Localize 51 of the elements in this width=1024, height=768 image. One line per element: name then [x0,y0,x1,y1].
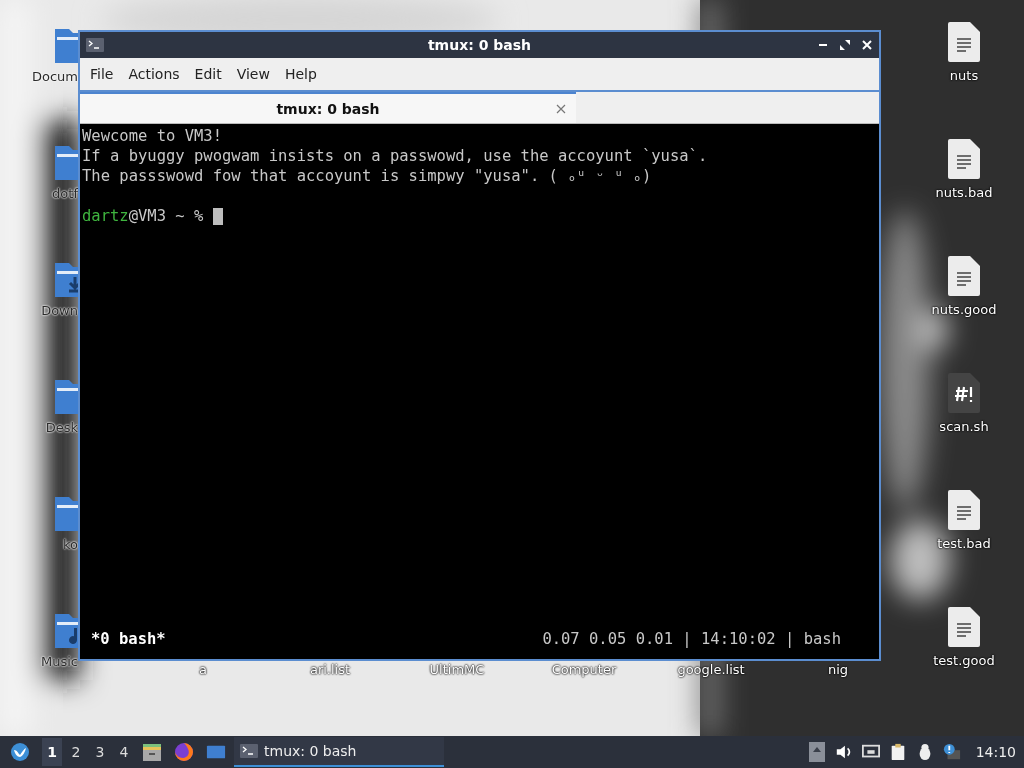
icon-label: nig [826,662,850,678]
workspace-button[interactable]: 4 [114,738,134,766]
prompt-text: @VM3 ~ % [128,206,204,226]
terminal-line: The passswowd fow that accoyunt is simpwy "yusa". ( ₒᵘ ᵕ ᵘ ₒ) [82,166,653,186]
menu-item[interactable]: Actions [122,66,189,82]
text-file-icon[interactable] [948,22,980,62]
icon-label: test.good [933,653,995,669]
terminal-line: If a byuggy pwogwam insists on a passwowd, use the accoyunt `yusa`. [82,146,709,166]
close-tab-icon[interactable] [556,103,566,114]
menu-item[interactable]: File [84,66,123,82]
terminal-icon [86,38,104,52]
workspace-button[interactable]: 3 [90,738,110,766]
text-file-icon[interactable] [948,139,980,179]
icon-label: dotf [52,186,78,202]
menu-item[interactable]: View [230,66,279,82]
workspace-button[interactable]: 2 [66,738,86,766]
text-cursor [212,207,223,225]
text-file-icon[interactable] [948,256,980,296]
menu-item[interactable]: Help [278,66,326,82]
icon-label: ko [62,537,78,553]
icon-label: Computer [550,662,618,678]
icon-label: ari.list [308,662,352,678]
clock: 14:10 [975,744,1016,760]
terminal-icon [240,744,258,758]
icon-label: nuts [949,68,979,84]
browser-icon[interactable] [174,742,194,762]
close-icon[interactable] [861,39,873,51]
start-menu-icon[interactable] [10,742,30,762]
file-cabinet-icon[interactable] [142,742,162,762]
window-title: tmux: 0 bash [427,37,532,53]
tmux-status: 0.07 0.05 0.01 | 14:10:02 | bash [542,629,841,649]
menu-item[interactable]: Edit [188,66,231,82]
icon-label: Desk [45,420,78,436]
task-button[interactable]: tmux: 0 bash [234,737,444,767]
notification-icon[interactable] [942,742,961,762]
icon-label: scan.sh [939,419,989,435]
terminal-line: Wewcome to VM3! [82,126,223,146]
icon-label: a [198,662,208,678]
icon-label: test.bad [937,536,991,552]
icon-label: Docum [32,69,78,85]
script-file-icon[interactable] [948,373,980,413]
icon-label: UltimMC [428,662,486,678]
text-file-icon[interactable] [948,607,980,647]
workspace-button[interactable]: 1 [42,738,62,766]
restore-icon[interactable] [839,39,851,51]
icon-label: nuts.good [931,302,997,318]
prompt-user: dartz [82,206,129,226]
icon-label: nuts.bad [935,185,993,201]
text-file-icon[interactable] [948,490,980,530]
tmux-window-name: *0 bash* [91,629,166,649]
terminal-tab[interactable]: tmux: 0 bash [80,92,576,123]
